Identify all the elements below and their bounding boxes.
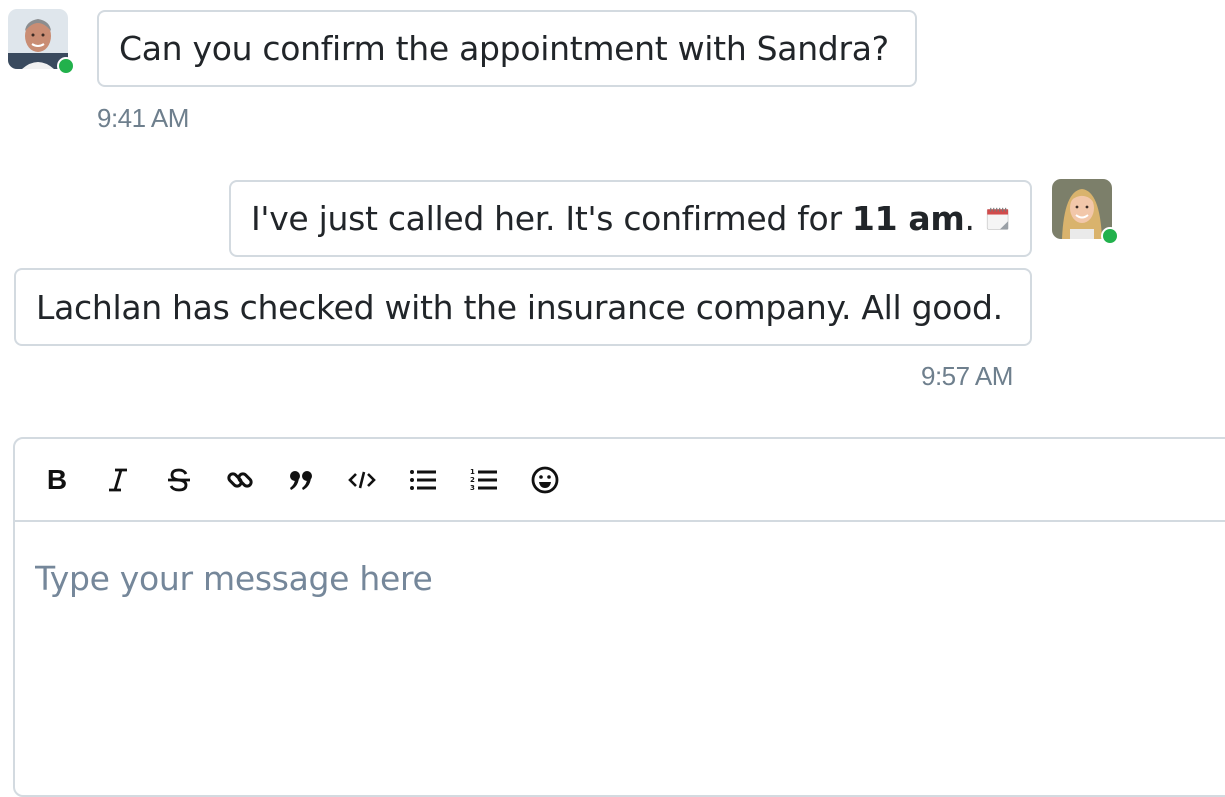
link-button[interactable]: [220, 460, 260, 500]
bullet-list-icon: [410, 469, 436, 490]
italic-icon: [109, 468, 127, 491]
message-timestamp: 9:57 AM: [921, 361, 1013, 391]
link-icon: [227, 471, 253, 488]
svg-text:1: 1: [470, 468, 475, 476]
quote-icon: [290, 470, 312, 490]
code-icon: [348, 471, 376, 488]
strikethrough-button[interactable]: [159, 460, 199, 500]
emoji-button[interactable]: [525, 460, 565, 500]
message-input[interactable]: [35, 559, 1135, 598]
svg-text:2: 2: [470, 476, 475, 484]
emoji-icon: [531, 466, 559, 493]
message-bubble: Can you confirm the appointment with San…: [97, 10, 917, 87]
message-text: I've just called her. It's confirmed for…: [251, 199, 975, 238]
online-status-dot: [1101, 227, 1119, 245]
message-bubble: Lachlan has checked with the insurance c…: [14, 268, 1032, 346]
online-status-dot: [57, 57, 75, 75]
bold-text: 11 am: [851, 199, 965, 238]
bullet-list-button[interactable]: [403, 460, 443, 500]
strikethrough-icon: [168, 468, 190, 491]
formatting-toolbar: B 123: [15, 439, 1225, 522]
message-text: Can you confirm the appointment with San…: [119, 29, 889, 68]
numbered-list-button[interactable]: 123: [464, 460, 504, 500]
quote-button[interactable]: [281, 460, 321, 500]
svg-text:3: 3: [470, 484, 475, 492]
message-timestamp: 9:41 AM: [97, 103, 189, 133]
my-avatar[interactable]: [1052, 179, 1119, 245]
message-editor: B 123: [13, 437, 1225, 797]
bold-button[interactable]: B: [37, 460, 77, 500]
calendar-icon: [986, 207, 1009, 230]
numbered-list-icon: 123: [470, 468, 497, 492]
bold-icon: B: [46, 463, 68, 495]
message-text: Lachlan has checked with the insurance c…: [36, 287, 1003, 327]
italic-button[interactable]: [98, 460, 138, 500]
code-button[interactable]: [342, 460, 382, 500]
colleague-avatar[interactable]: [8, 9, 75, 75]
message-bubble: I've just called her. It's confirmed for…: [229, 180, 1032, 257]
